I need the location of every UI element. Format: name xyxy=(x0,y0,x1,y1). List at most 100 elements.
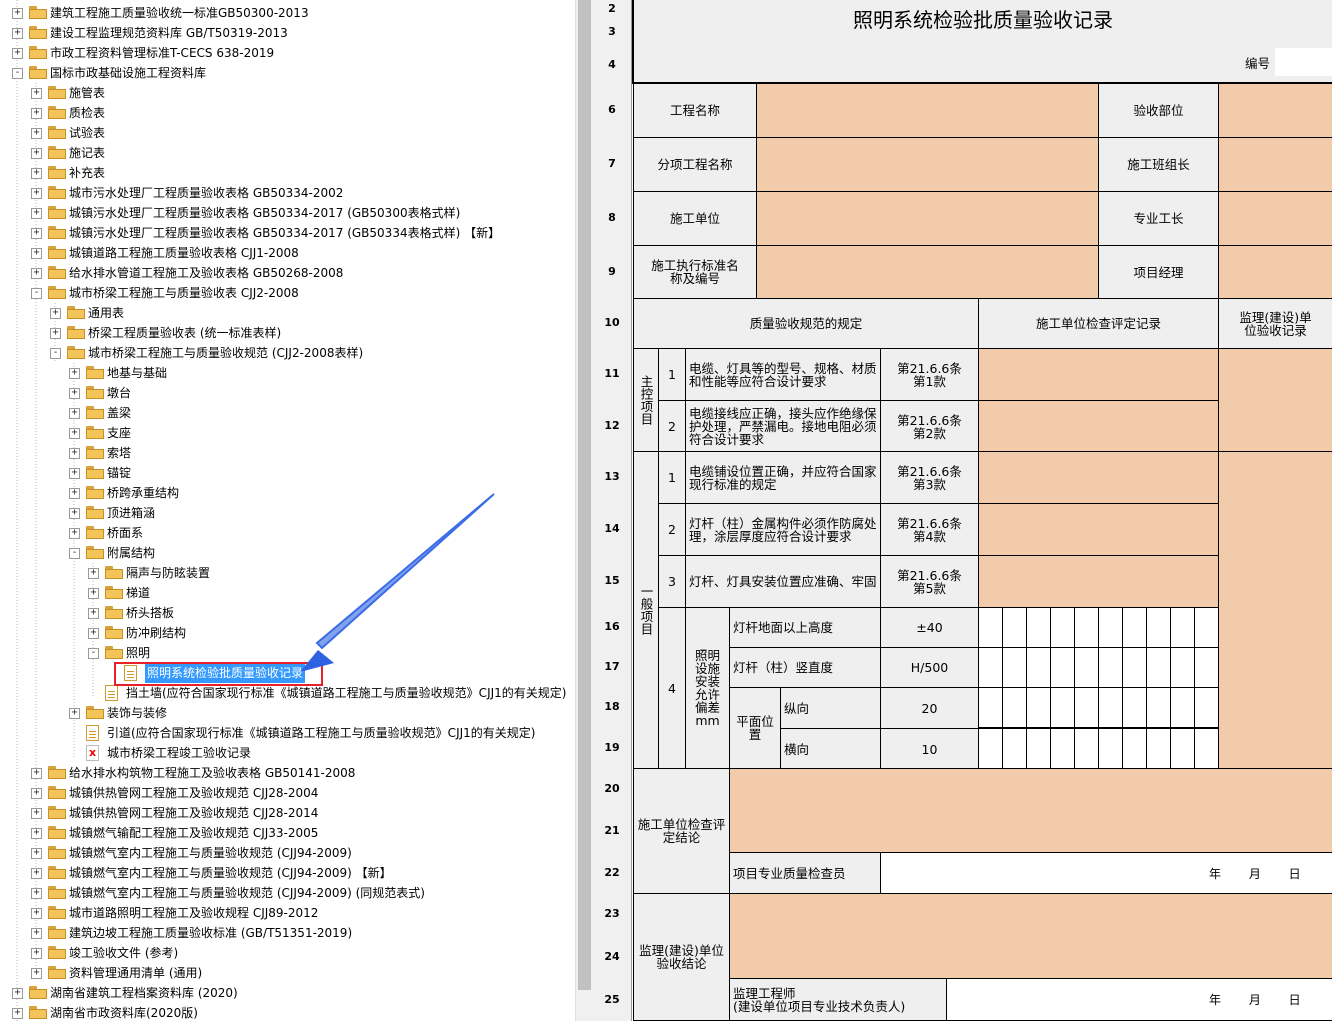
tree-node[interactable]: + 城镇供热管网工程施工及验收规范 CJJ28-2014 xyxy=(0,803,575,823)
project-manager-field[interactable] xyxy=(1218,245,1332,299)
general-supervision-field[interactable] xyxy=(1218,451,1332,769)
tree-node[interactable]: + 装饰与装修 xyxy=(0,703,575,723)
sub-project-name-field[interactable] xyxy=(756,137,1099,192)
measurement-cell[interactable] xyxy=(1146,687,1171,728)
project-name-field[interactable] xyxy=(756,83,1099,138)
measurement-cell[interactable] xyxy=(1098,647,1123,688)
expand-toggle-icon[interactable]: + xyxy=(31,788,42,799)
measurement-cell[interactable] xyxy=(1050,687,1075,728)
measurement-cell[interactable] xyxy=(1074,687,1099,728)
tree-node[interactable]: x 城市桥梁工程竣工验收记录 xyxy=(0,743,575,763)
measurement-cell[interactable] xyxy=(1050,647,1075,688)
number-field[interactable] xyxy=(1275,48,1332,76)
measurement-cell[interactable] xyxy=(1146,607,1171,648)
measurement-cell[interactable] xyxy=(1122,647,1147,688)
expand-toggle-icon[interactable]: + xyxy=(31,808,42,819)
measurement-cell[interactable] xyxy=(1170,728,1195,769)
tree-node[interactable]: + 城镇燃气室内工程施工与质量验收规范 (CJJ94-2009) xyxy=(0,843,575,863)
measurement-cell[interactable] xyxy=(1002,687,1027,728)
measurement-cell[interactable] xyxy=(1002,647,1027,688)
expand-toggle-icon[interactable]: + xyxy=(31,908,42,919)
item-check-field[interactable] xyxy=(978,555,1219,608)
measurement-cell[interactable] xyxy=(1098,687,1123,728)
measurement-cell[interactable] xyxy=(1122,728,1147,769)
tree-node-label: 湖南省市政资料库(2020版) xyxy=(50,1006,198,1020)
measurement-cell[interactable] xyxy=(978,687,1003,728)
tree-node[interactable]: + 竣工验收文件 (参考) xyxy=(0,943,575,963)
measurement-cell[interactable] xyxy=(1146,728,1171,769)
measurement-cell[interactable] xyxy=(1074,647,1099,688)
main-control-text: 主控项目 xyxy=(638,375,654,425)
measurement-cell[interactable] xyxy=(1170,647,1195,688)
expand-toggle-icon[interactable]: + xyxy=(31,828,42,839)
foreman-field[interactable] xyxy=(1218,191,1332,246)
main-supervision-field[interactable] xyxy=(1218,348,1332,452)
measurement-cell[interactable] xyxy=(1194,607,1219,648)
tree-node[interactable]: + 资料管理通用清单 (通用) xyxy=(0,963,575,983)
measurement-cell[interactable] xyxy=(1194,687,1219,728)
tree-scrollbar[interactable] xyxy=(575,0,594,1021)
row-number: 13 xyxy=(593,451,632,504)
tree-node-label: 城镇燃气室内工程施工与质量验收规范 (CJJ94-2009) xyxy=(69,846,352,860)
expand-toggle-icon[interactable]: + xyxy=(31,968,42,979)
measurement-cell[interactable] xyxy=(1050,607,1075,648)
expand-toggle-icon[interactable]: + xyxy=(31,848,42,859)
team-leader-field[interactable] xyxy=(1218,137,1332,192)
item-check-field[interactable] xyxy=(978,400,1219,453)
measurement-cell[interactable] xyxy=(1122,607,1147,648)
item-check-field[interactable] xyxy=(978,451,1219,504)
measurement-cell[interactable] xyxy=(978,607,1003,648)
measurement-cell[interactable] xyxy=(978,647,1003,688)
standard-field[interactable] xyxy=(756,245,1099,299)
tree-node[interactable]: + 城镇燃气室内工程施工与质量验收规范 (CJJ94-2009) (同规范表式) xyxy=(0,883,575,903)
measurement-cell[interactable] xyxy=(1026,728,1051,769)
tree-node[interactable]: + 湖南省市政资料库(2020版) xyxy=(0,1003,575,1021)
expand-toggle-icon[interactable]: + xyxy=(12,1008,23,1019)
measurement-cell[interactable] xyxy=(1026,647,1051,688)
expand-toggle-icon[interactable]: + xyxy=(31,948,42,959)
engineer-sub-label: (建设单位项目专业技术负责人) xyxy=(733,998,906,1014)
item-number: 2 xyxy=(658,503,686,556)
measurement-cell[interactable] xyxy=(1002,728,1027,769)
measurement-cell[interactable] xyxy=(1026,687,1051,728)
expand-toggle-icon[interactable]: + xyxy=(12,988,23,999)
measurement-cell[interactable] xyxy=(1026,607,1051,648)
scrollbar-thumb[interactable] xyxy=(578,0,591,990)
tree-node[interactable]: + 城市道路照明工程施工及验收规程 CJJ89-2012 xyxy=(0,903,575,923)
measurement-cell[interactable] xyxy=(1098,728,1123,769)
measurement-cell[interactable] xyxy=(1194,728,1219,769)
tree-node[interactable]: + 建筑边坡工程施工质量验收标准 (GB/T51351-2019) xyxy=(0,923,575,943)
measurement-cell[interactable] xyxy=(1074,607,1099,648)
measurement-cell[interactable] xyxy=(1122,687,1147,728)
construction-unit-field[interactable] xyxy=(756,191,1099,246)
measurement-cell[interactable] xyxy=(978,728,1003,769)
measurement-cell[interactable] xyxy=(1002,607,1027,648)
project-manager-label: 项目经理 xyxy=(1098,245,1219,299)
construction-conclusion-field[interactable] xyxy=(729,768,1332,853)
acceptance-part-field[interactable] xyxy=(1218,83,1332,138)
tree-node[interactable]: + 湖南省建筑工程档案资料库 (2020) xyxy=(0,983,575,1003)
measurement-cell[interactable] xyxy=(1194,647,1219,688)
tree-node[interactable]: + 城镇燃气室内工程施工与质量验收规范 (CJJ94-2009) 【新】 xyxy=(0,863,575,883)
measurement-cell[interactable] xyxy=(1098,607,1123,648)
measurement-cell[interactable] xyxy=(1050,728,1075,769)
supervision-conclusion-field[interactable] xyxy=(729,893,1332,979)
item-check-field[interactable] xyxy=(978,348,1219,401)
measurement-cell[interactable] xyxy=(1170,687,1195,728)
tree-node[interactable]: + 城镇燃气输配工程施工及验收规范 CJJ33-2005 xyxy=(0,823,575,843)
plane-item-value: 20 xyxy=(880,687,979,729)
expand-toggle-icon[interactable]: + xyxy=(31,928,42,939)
item-check-field[interactable] xyxy=(978,503,1219,556)
expand-toggle-icon[interactable]: + xyxy=(31,768,42,779)
measurement-cell[interactable] xyxy=(1146,647,1171,688)
expand-toggle-icon[interactable]: + xyxy=(31,868,42,879)
tree-node-label: 装饰与装修 xyxy=(107,706,168,720)
expand-toggle-icon[interactable]: + xyxy=(31,888,42,899)
measurement-cell[interactable] xyxy=(1170,607,1195,648)
expand-toggle-icon[interactable]: + xyxy=(69,708,80,719)
tree-node[interactable]: 引道(应符合国家现行标准《城镇道路工程施工与质量验收规范》CJJ1的有关规定) xyxy=(0,723,575,743)
tree-node[interactable]: + 给水排水构筑物工程施工及验收表格 GB50141-2008 xyxy=(0,763,575,783)
measurement-cell[interactable] xyxy=(1074,728,1099,769)
tree-node[interactable]: + 城镇供热管网工程施工及验收规范 CJJ28-2004 xyxy=(0,783,575,803)
plane-position-label: 平面位置 xyxy=(729,687,781,769)
